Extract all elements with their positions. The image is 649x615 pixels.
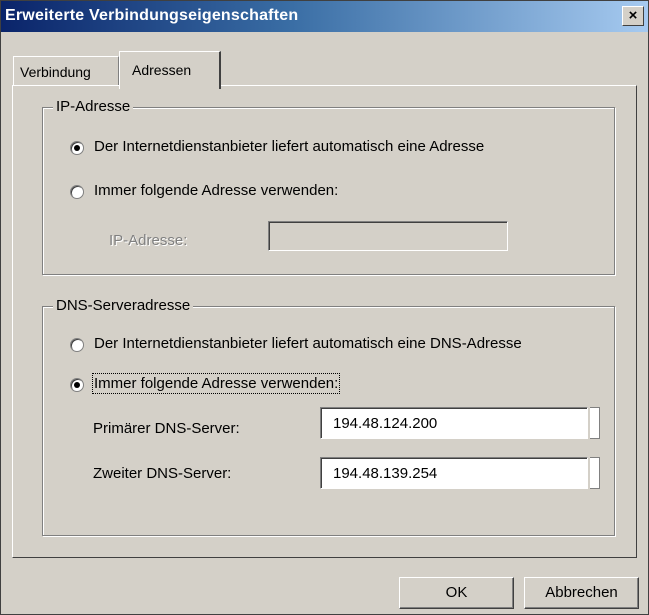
dns-server-group: DNS-Serveradresse Der Internetdienstanbi… [42, 297, 615, 536]
radio-dns-auto[interactable] [70, 338, 84, 352]
dns-group-legend: DNS-Serveradresse [53, 297, 194, 314]
secondary-dns-input[interactable]: 194.48.139.254 [320, 457, 588, 489]
ip-address-group: IP-Adresse Der Internetdienstanbieter li… [42, 98, 615, 275]
close-button[interactable]: × [622, 6, 644, 26]
dns-auto-label[interactable]: Der Internetdienstanbieter liefert autom… [94, 335, 522, 352]
tab-panel: IP-Adresse Der Internetdienstanbieter li… [12, 85, 637, 558]
radio-selected-dot [74, 145, 80, 151]
radio-dns-manual[interactable] [70, 378, 84, 392]
ip-address-input[interactable] [268, 221, 508, 251]
ip-group-legend: IP-Adresse [53, 98, 134, 115]
tab-label: Verbindung [20, 64, 91, 80]
tab-label: Adressen [132, 62, 192, 78]
radio-ip-manual[interactable] [70, 185, 84, 199]
cancel-button[interactable]: Abbrechen [524, 577, 639, 609]
tab-adressen[interactable]: Adressen [119, 51, 221, 89]
cancel-button-label: Abbrechen [545, 584, 618, 601]
title-bar[interactable]: Erweiterte Verbindungseigenschaften × [1, 1, 648, 32]
ip-manual-label[interactable]: Immer folgende Adresse verwenden: [94, 182, 338, 199]
ok-button-label: OK [445, 584, 468, 601]
radio-selected-dot [74, 382, 80, 388]
dns-manual-label[interactable]: Immer folgende Adresse verwenden: [91, 373, 341, 394]
window-title: Erweiterte Verbindungseigenschaften [5, 7, 299, 24]
close-icon: × [628, 7, 638, 24]
ok-button[interactable]: OK [399, 577, 514, 609]
primary-dns-input-edge [590, 407, 600, 439]
primary-dns-label: Primärer DNS-Server: [93, 420, 240, 437]
ip-auto-label[interactable]: Der Internetdienstanbieter liefert autom… [94, 138, 484, 155]
dialog-window: Erweiterte Verbindungseigenschaften × Ve… [0, 0, 649, 615]
ip-field-label: IP-Adresse: [109, 232, 188, 249]
radio-ip-auto[interactable] [70, 141, 84, 155]
tab-verbindung[interactable]: Verbindung [13, 56, 119, 86]
secondary-dns-label: Zweiter DNS-Server: [93, 465, 232, 482]
secondary-dns-input-edge [590, 457, 600, 489]
primary-dns-input[interactable]: 194.48.124.200 [320, 407, 588, 439]
